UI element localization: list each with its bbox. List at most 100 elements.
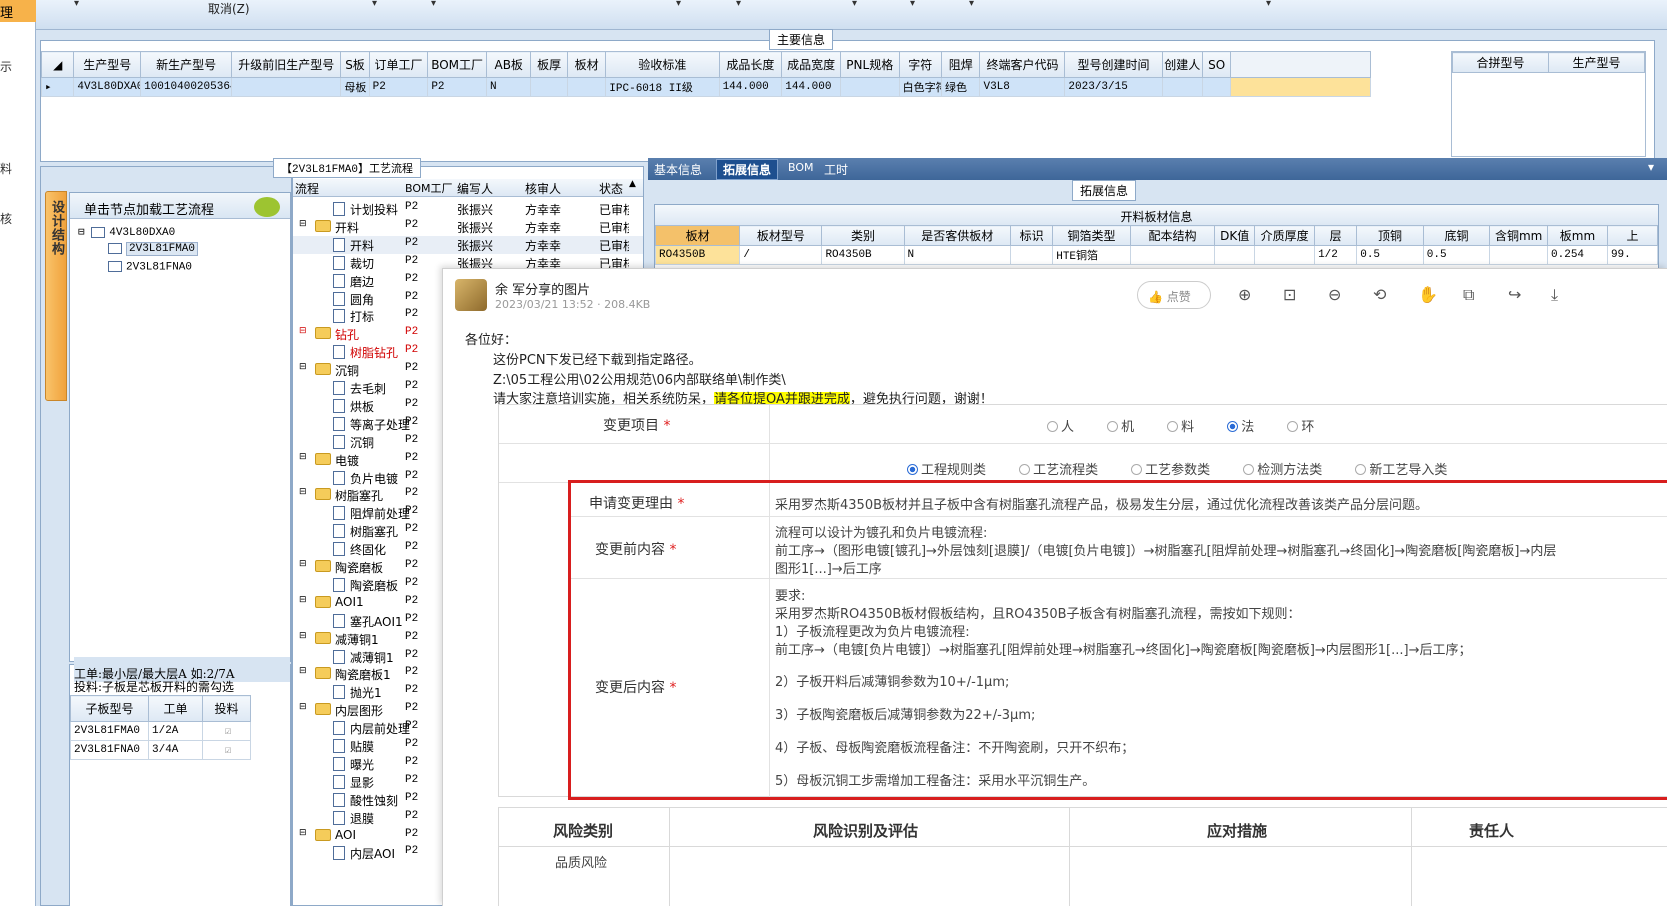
column-header[interactable]: 成品宽度: [781, 51, 841, 78]
scroll-up-icon[interactable]: ▲: [629, 179, 636, 189]
table-cell[interactable]: N: [485, 77, 532, 97]
column-header[interactable]: 新生产型号: [140, 51, 233, 78]
radio-method[interactable]: 法: [1227, 420, 1254, 435]
dropdown-arrow-icon[interactable]: ▾: [1266, 0, 1271, 9]
column-header[interactable]: 类别: [821, 225, 905, 246]
table-cell[interactable]: [1129, 245, 1216, 265]
column-header[interactable]: 板材: [566, 51, 607, 78]
column-header[interactable]: SO: [1201, 51, 1232, 78]
column-header[interactable]: 底铜: [1422, 225, 1491, 246]
collapse-icon[interactable]: ⊟: [299, 362, 307, 372]
tree-node-root[interactable]: ⊟ 4V3L80DXA0: [78, 225, 175, 239]
column-header[interactable]: 含铜mm: [1489, 225, 1549, 246]
tab-menu-icon[interactable]: ▾: [1648, 160, 1654, 174]
fit-screen-icon[interactable]: ⊡: [1283, 285, 1296, 304]
dropdown-arrow-icon[interactable]: ▾: [969, 0, 974, 9]
radio-person[interactable]: 人: [1047, 420, 1074, 435]
collapse-icon[interactable]: ⊟: [299, 702, 307, 712]
table-cell[interactable]: [1010, 245, 1054, 265]
table-cell[interactable]: [1201, 77, 1232, 97]
table-cell[interactable]: 2V3L81FNA0: [70, 740, 149, 760]
zoom-out-icon[interactable]: ⊖: [1328, 285, 1341, 304]
column-header[interactable]: 流程: [295, 180, 319, 197]
table-cell[interactable]: 1/2A: [148, 721, 203, 741]
table-cell[interactable]: RO4350B: [654, 245, 741, 265]
column-header[interactable]: 终端客户代码: [979, 51, 1066, 78]
table-cell[interactable]: 0.254: [1547, 245, 1608, 265]
dropdown-arrow-icon[interactable]: ▾: [676, 0, 681, 9]
column-header[interactable]: 投料: [202, 695, 251, 722]
table-cell[interactable]: N: [903, 245, 1012, 265]
radio-machine[interactable]: 机: [1107, 420, 1134, 435]
column-header[interactable]: 合拼型号: [1452, 52, 1549, 73]
table-cell[interactable]: 2023/3/15: [1064, 77, 1163, 97]
column-header[interactable]: 是否客供板材: [903, 225, 1012, 246]
download-icon[interactable]: ⤓: [1551, 285, 1558, 305]
flow-row[interactable]: 开料 P2 张振兴 方幸幸 已审核: [293, 235, 643, 254]
table-cell[interactable]: [1161, 77, 1203, 97]
share-icon[interactable]: ↪: [1508, 285, 1521, 304]
radio-engineering-rule[interactable]: 工程规则类: [907, 463, 986, 478]
radio-inspection[interactable]: 检测方法类: [1243, 463, 1322, 478]
column-header[interactable]: 板厚: [530, 51, 568, 78]
column-header[interactable]: DK值: [1214, 225, 1256, 246]
table-cell[interactable]: 白色字符: [898, 77, 943, 97]
table-row[interactable]: RO4350B / RO4350B N HTE铜箔 1/2 0.5 0.5 0.…: [654, 245, 1659, 265]
table-cell[interactable]: HTE铜箔: [1052, 245, 1131, 265]
table-cell[interactable]: [839, 77, 900, 97]
collapse-icon[interactable]: ⊟: [299, 487, 307, 497]
copy-icon[interactable]: ⧉: [1463, 285, 1474, 305]
column-header[interactable]: 创建人: [1161, 51, 1203, 78]
column-header[interactable]: 层: [1314, 225, 1358, 246]
tree-node[interactable]: 2V3L81FMA0: [108, 242, 199, 257]
table-row[interactable]: 2V3L81FMA0 1/2A ☑: [70, 721, 251, 741]
radio-process-param[interactable]: 工艺参数类: [1131, 463, 1210, 478]
tab-basic-info[interactable]: 基本信息: [654, 161, 702, 178]
row-selector-header[interactable]: ◢: [40, 51, 75, 78]
column-header[interactable]: AB板: [485, 51, 532, 78]
dropdown-arrow-icon[interactable]: ▾: [372, 0, 377, 9]
table-cell[interactable]: [530, 77, 568, 97]
column-header[interactable]: 上: [1606, 225, 1659, 246]
collapse-icon[interactable]: ⊟: [299, 666, 307, 676]
chat-bubble-icon[interactable]: [254, 197, 280, 217]
column-header[interactable]: 核审人: [525, 180, 561, 197]
feed-checkbox[interactable]: ☑: [202, 740, 251, 760]
table-row[interactable]: ▸ 4V3L80DXA0 10010400205364 母板 P2 P2 N I…: [40, 77, 1371, 97]
collapse-icon[interactable]: ⊟: [299, 452, 307, 462]
table-cell[interactable]: [1214, 245, 1256, 265]
table-cell[interactable]: IPC-6018 II级: [605, 77, 720, 97]
tree-node[interactable]: 2V3L81FNA0: [108, 261, 192, 273]
table-cell[interactable]: [566, 77, 607, 97]
table-cell[interactable]: 绿色: [941, 77, 981, 97]
cancel-button[interactable]: 取消(Z): [208, 0, 250, 17]
nav-item[interactable]: 核: [0, 210, 12, 227]
table-cell[interactable]: 144.000: [718, 77, 783, 97]
column-header[interactable]: 标识: [1010, 225, 1054, 246]
table-cell[interactable]: [1254, 245, 1316, 265]
collapse-icon[interactable]: ⊟: [299, 828, 307, 838]
column-header[interactable]: 工单: [148, 695, 203, 722]
table-cell[interactable]: [231, 77, 342, 97]
column-header[interactable]: BOM工厂: [427, 51, 487, 78]
dropdown-arrow-icon[interactable]: ▾: [852, 0, 857, 9]
hand-icon[interactable]: ✋: [1418, 285, 1438, 304]
table-cell[interactable]: /: [739, 245, 823, 265]
column-header[interactable]: 升级前旧生产型号: [231, 51, 342, 78]
column-header[interactable]: 板材型号: [739, 225, 823, 246]
column-header[interactable]: PNL规格: [839, 51, 900, 78]
column-header[interactable]: 介质厚度: [1254, 225, 1316, 246]
radio-material[interactable]: 料: [1167, 420, 1194, 435]
table-cell[interactable]: V3L8: [979, 77, 1066, 97]
nav-item[interactable]: 示: [0, 58, 12, 75]
dropdown-arrow-icon[interactable]: ▾: [910, 0, 915, 9]
like-button[interactable]: 👍 点赞: [1137, 281, 1211, 309]
collapse-icon[interactable]: ⊟: [299, 219, 307, 229]
table-cell[interactable]: P2: [427, 77, 487, 97]
rotate-icon[interactable]: ⟲: [1373, 285, 1386, 304]
table-cell[interactable]: [1489, 245, 1549, 265]
flow-row[interactable]: 计划投料 P2 张振兴 方幸幸 已审核: [293, 200, 643, 218]
table-cell[interactable]: RO4350B: [821, 245, 905, 265]
zoom-in-icon[interactable]: ⊕: [1238, 285, 1251, 304]
flow-row[interactable]: ⊟ 开料 P2 张振兴 方幸幸 已审核: [293, 218, 643, 236]
